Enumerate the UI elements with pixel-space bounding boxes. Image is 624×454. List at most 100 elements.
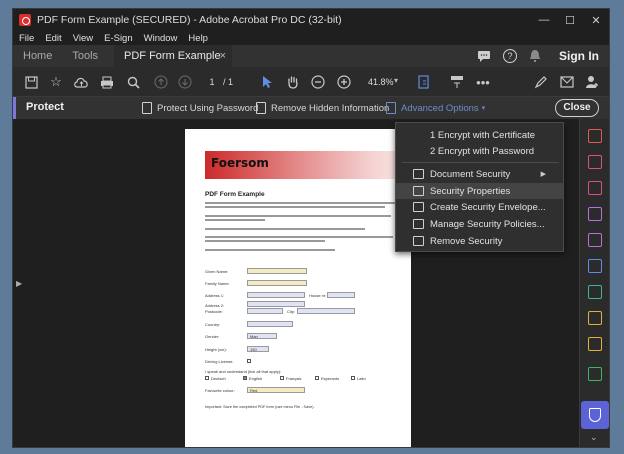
next-page-icon[interactable]: [177, 74, 193, 90]
security-properties-item[interactable]: Security Properties: [396, 183, 563, 199]
country-select[interactable]: [247, 321, 293, 327]
family-name-field[interactable]: [247, 280, 307, 286]
given-name-label: Given Name:: [205, 269, 229, 274]
export-pdf-icon[interactable]: [588, 259, 602, 273]
previous-page-icon[interactable]: [153, 74, 169, 90]
create-security-envelope-label: Create Security Envelope...: [430, 201, 546, 213]
menu-esign[interactable]: E-Sign: [104, 33, 133, 44]
postcode-field[interactable]: [247, 308, 283, 314]
driving-license-checkbox[interactable]: [247, 359, 251, 363]
sign-pen-icon[interactable]: [533, 74, 549, 90]
address2-label: Address 2:: [205, 303, 225, 308]
sign-in-button[interactable]: Sign In: [559, 49, 599, 63]
combine-files-icon[interactable]: [588, 155, 602, 169]
tab-home[interactable]: Home: [13, 45, 62, 67]
city-label: City:: [287, 309, 295, 314]
zoom-level-field[interactable]: 41.8%: [368, 77, 394, 87]
francais-label: Français: [286, 376, 302, 381]
manage-security-policies-label: Manage Security Policies...: [430, 218, 545, 230]
share-user-icon[interactable]: [584, 74, 600, 90]
scroll-mode-icon[interactable]: [449, 74, 465, 90]
menu-file[interactable]: File: [19, 33, 34, 44]
remove-hidden-information-button[interactable]: Remove Hidden Information: [256, 102, 389, 114]
protect-toolbar: Protect Protect Using Password Remove Hi…: [13, 97, 609, 119]
organize-pages-icon[interactable]: [588, 181, 602, 195]
country-label: Country:: [205, 322, 221, 327]
given-name-field[interactable]: [247, 268, 307, 274]
protect-tool-button[interactable]: [581, 401, 609, 429]
comment-icon[interactable]: [477, 50, 491, 63]
notification-bell-icon[interactable]: [529, 49, 541, 63]
menu-edit[interactable]: Edit: [45, 33, 61, 44]
pdf-text-line: [205, 219, 265, 221]
height-field[interactable]: 150: [247, 346, 269, 352]
advanced-options-button[interactable]: Advanced Options ▾: [386, 102, 485, 114]
zoom-dropdown-icon[interactable]: ▾: [394, 76, 398, 85]
close-protect-button[interactable]: Close: [555, 99, 599, 117]
city-field[interactable]: [297, 308, 355, 314]
esperanto-checkbox[interactable]: [315, 376, 319, 380]
address2-field[interactable]: [247, 301, 305, 307]
address1-field[interactable]: [247, 292, 305, 298]
save-icon[interactable]: [23, 74, 39, 90]
protect-using-password-button[interactable]: Protect Using Password: [142, 102, 258, 114]
more-tools-icon[interactable]: •••: [475, 74, 491, 90]
zoom-in-icon[interactable]: [336, 74, 352, 90]
menu-view[interactable]: View: [73, 33, 93, 44]
encrypt-password-item[interactable]: 2 Encrypt with Password: [396, 143, 563, 159]
create-security-envelope-item[interactable]: Create Security Envelope...: [396, 199, 563, 215]
remove-hidden-icon: [256, 102, 266, 114]
print-icon[interactable]: [99, 74, 115, 90]
manage-security-policies-item[interactable]: Manage Security Policies...: [396, 216, 563, 232]
latin-checkbox[interactable]: [351, 376, 355, 380]
esperanto-label: Esperanto: [321, 376, 340, 381]
document-lock-icon: [142, 102, 152, 114]
acrobat-window: PDF Form Example (SECURED) - Adobe Acrob…: [12, 8, 610, 448]
submenu-arrow-icon: ▶: [540, 171, 546, 178]
encrypt-certificate-item[interactable]: 1 Encrypt with Certificate: [396, 127, 563, 143]
tab-document[interactable]: PDF Form Example ... ×: [114, 45, 233, 84]
menu-help[interactable]: Help: [188, 33, 208, 44]
english-checkbox[interactable]: [243, 376, 247, 380]
page-number-input[interactable]: 1: [205, 77, 219, 89]
fill-sign-icon[interactable]: [588, 233, 602, 247]
address1-label: Address 1:: [205, 293, 225, 298]
page-display-icon[interactable]: [417, 74, 433, 90]
close-tab-icon[interactable]: ×: [220, 45, 226, 67]
pdf-text-line: [205, 202, 395, 204]
print-production-icon[interactable]: [588, 367, 602, 381]
document-security-item[interactable]: Document Security ▶: [396, 166, 563, 182]
tab-tools[interactable]: Tools: [62, 45, 108, 67]
tab-bar-right: ? Sign In: [477, 45, 599, 67]
close-window-button[interactable]: ✕: [583, 9, 609, 31]
house-nr-field[interactable]: [327, 292, 355, 298]
expand-rail-icon[interactable]: ⌄: [590, 432, 598, 443]
favourite-colour-select[interactable]: Red: [247, 387, 305, 393]
deutsch-checkbox[interactable]: [205, 376, 209, 380]
page-total-label: / 1: [223, 77, 234, 87]
security-properties-label: Security Properties: [430, 185, 511, 197]
pdf-text-line: [205, 249, 335, 251]
scan-ocr-icon[interactable]: [588, 285, 602, 299]
document-security-label: Document Security: [430, 168, 511, 180]
prepare-form-icon[interactable]: [588, 311, 602, 325]
hand-tool-icon[interactable]: [285, 74, 301, 90]
minimize-button[interactable]: —: [531, 9, 557, 31]
email-icon[interactable]: [559, 74, 575, 90]
comment-tool-icon[interactable]: [588, 337, 602, 351]
upload-cloud-icon[interactable]: [73, 74, 89, 90]
create-pdf-icon[interactable]: [588, 129, 602, 143]
zoom-search-icon[interactable]: [125, 74, 141, 90]
help-icon[interactable]: ?: [503, 49, 517, 63]
gender-select[interactable]: Man: [247, 333, 277, 339]
star-bookmark-icon[interactable]: ☆: [48, 74, 64, 90]
remove-security-item[interactable]: Remove Security: [396, 233, 563, 249]
zoom-out-icon[interactable]: [310, 74, 326, 90]
deutsch-label: Deutsch: [211, 376, 226, 381]
edit-pdf-icon[interactable]: [588, 207, 602, 221]
select-cursor-icon[interactable]: [259, 74, 275, 90]
francais-checkbox[interactable]: [280, 376, 284, 380]
menu-window[interactable]: Window: [144, 33, 178, 44]
left-panel-toggle-icon[interactable]: ▶: [16, 279, 22, 288]
maximize-button[interactable]: ☐: [557, 9, 583, 31]
